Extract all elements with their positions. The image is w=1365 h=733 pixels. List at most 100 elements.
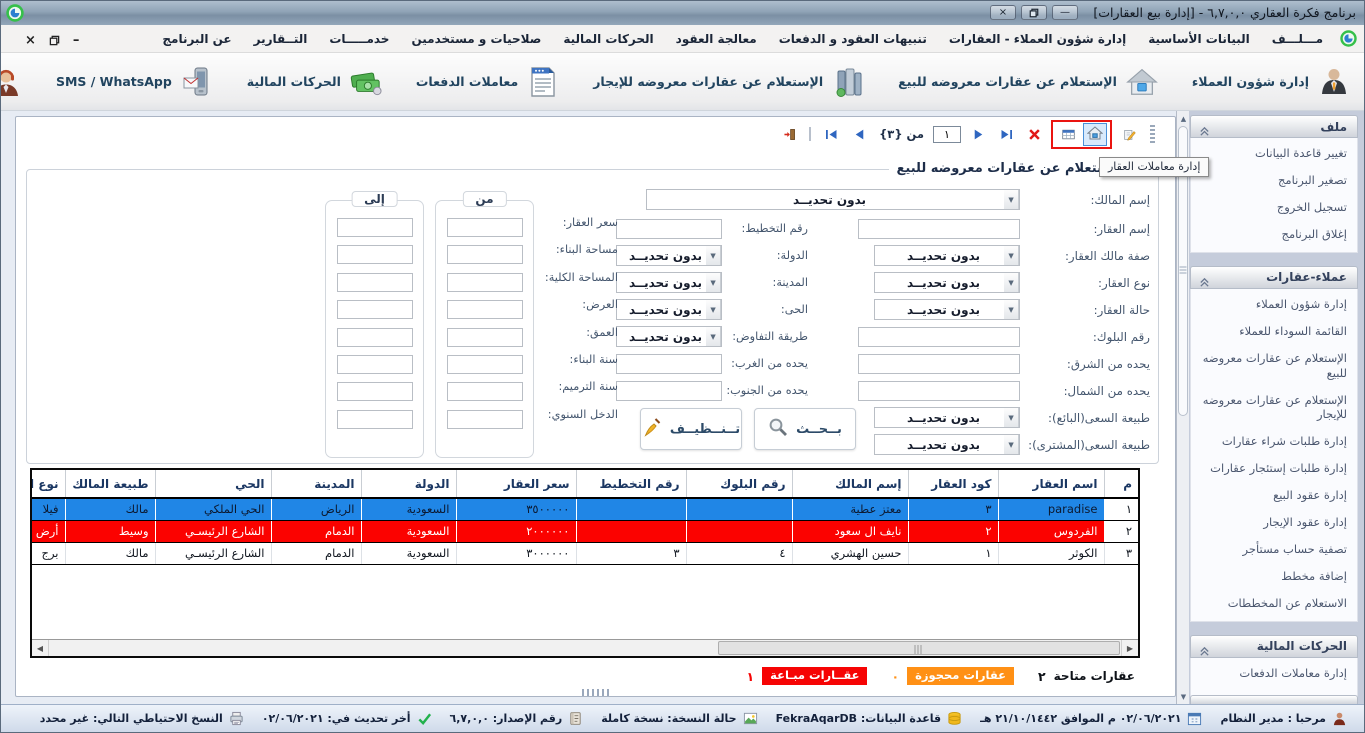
table-row[interactable]: ٢الفردوس٢نايف ال سعود٢٠٠٠٠٠٠السعوديةالدم…: [30, 520, 1138, 542]
first-record-button[interactable]: [820, 124, 842, 144]
sidebar-item-0-3[interactable]: إغلاق البرنامج: [1191, 221, 1357, 248]
chevron-down-icon[interactable]: ▼: [706, 327, 721, 346]
table-row[interactable]: ١paradise٣معتز عطية٣٥٠٠٠٠٠السعوديةالرياض…: [30, 498, 1138, 520]
minimize-window-button[interactable]: —: [1052, 5, 1078, 20]
grid-column-header[interactable]: رقم البلوك: [686, 470, 792, 498]
chevron-down-icon[interactable]: ▼: [1004, 300, 1019, 319]
grid-column-header[interactable]: اسم العقار: [998, 470, 1104, 498]
grid-column-header[interactable]: رقم التخطيط: [576, 470, 686, 498]
chevron-down-icon[interactable]: ▼: [1004, 273, 1019, 292]
menu-item-9[interactable]: عن البرنامج: [151, 27, 242, 51]
mdi-minimize-icon[interactable]: –: [73, 34, 80, 47]
sidebar-item-2-0[interactable]: إدارة معاملات الدفعات: [1191, 660, 1357, 687]
grid-column-header[interactable]: سعر العقار: [456, 470, 576, 498]
range-input[interactable]: [337, 245, 413, 264]
range-input[interactable]: [337, 328, 413, 347]
scroll-up-arrow-icon[interactable]: ▲: [1177, 112, 1190, 125]
delete-record-icon[interactable]: [1023, 124, 1045, 144]
toolbar-item-1[interactable]: الإستعلام عن عقارات معروضه للبيع: [898, 66, 1158, 98]
range-input[interactable]: [337, 355, 413, 374]
sidebar-section-header[interactable]: الحركات المالية: [1190, 635, 1358, 658]
scrollbar-thumb[interactable]: [718, 641, 1120, 655]
text-field[interactable]: [616, 381, 722, 401]
exit-door-icon[interactable]: [778, 124, 800, 144]
menu-item-0[interactable]: مـــلـــف: [1261, 27, 1334, 51]
dropdown-field[interactable]: ▼بدون تحديــد: [874, 299, 1020, 320]
sidebar-item-1-1[interactable]: القائمة السوداء للعملاء: [1191, 318, 1357, 345]
toolbar-item-6[interactable]: الدعم الفني: [0, 66, 22, 98]
sidebar-item-1-4[interactable]: إدارة طلبات شراء عقارات: [1191, 428, 1357, 455]
text-field[interactable]: [616, 219, 722, 239]
toolbar-item-2[interactable]: الإستعلام عن عقارات معروضه للإيجار: [593, 66, 864, 98]
sidebar-scrollbar[interactable]: ▲ ▼: [1176, 111, 1189, 704]
dropdown-field[interactable]: ▼بدون تحديــد: [616, 326, 722, 347]
range-input[interactable]: [447, 328, 523, 347]
mdi-close-icon[interactable]: ×: [25, 34, 36, 47]
sidebar-item-0-0[interactable]: تغيير قاعدة البيانات: [1191, 140, 1357, 167]
edit-record-icon[interactable]: [1118, 124, 1140, 144]
sidebar-item-1-10[interactable]: الاستعلام عن المخططات: [1191, 590, 1357, 617]
menu-item-2[interactable]: إدارة شؤون العملاء - العقارات: [938, 27, 1137, 51]
toolbar-item-5[interactable]: SMS / WhatsApp: [56, 66, 213, 98]
chevron-down-icon[interactable]: ▼: [1004, 408, 1019, 427]
range-input[interactable]: [447, 273, 523, 292]
restore-window-button[interactable]: [1021, 5, 1047, 20]
grid-column-header[interactable]: الحي: [155, 470, 271, 498]
text-field[interactable]: [616, 354, 722, 374]
dropdown-field[interactable]: ▼بدون تحديــد: [874, 245, 1020, 266]
text-field[interactable]: [858, 327, 1020, 347]
menu-item-4[interactable]: معالجة العقود: [665, 27, 768, 51]
grid-column-header[interactable]: إسم المالك: [792, 470, 908, 498]
transactions-grid-icon[interactable]: [1056, 124, 1080, 144]
chevron-down-icon[interactable]: ▼: [706, 246, 721, 265]
range-input[interactable]: [447, 300, 523, 319]
range-input[interactable]: [337, 273, 413, 292]
dropdown-field[interactable]: ▼بدون تحديــد: [874, 272, 1020, 293]
text-field[interactable]: [858, 381, 1020, 401]
clear-button[interactable]: تــنــظيــف: [640, 408, 742, 450]
menu-item-3[interactable]: تنبيهات العقود و الدفعات: [768, 27, 938, 51]
close-window-button[interactable]: ×: [990, 5, 1016, 20]
table-row[interactable]: ٣الكوثر١حسين الهشري٤٣٣٠٠٠٠٠٠السعوديةالدم…: [30, 542, 1138, 564]
sidebar-section-header[interactable]: عملاء-عقارات: [1190, 266, 1358, 289]
scroll-down-arrow-icon[interactable]: ▼: [1177, 690, 1190, 703]
home-icon[interactable]: [1087, 125, 1103, 144]
toolbar-item-3[interactable]: معاملات الدفعات: [416, 66, 559, 98]
range-input[interactable]: [337, 382, 413, 401]
chevron-down-icon[interactable]: ▼: [1004, 246, 1019, 265]
record-position-input[interactable]: [933, 126, 961, 143]
text-field[interactable]: [858, 354, 1020, 374]
text-field[interactable]: [858, 219, 1020, 239]
sidebar-item-1-8[interactable]: تصفية حساب مستأ­جر: [1191, 536, 1357, 563]
grid-column-header[interactable]: طبيعة المالك: [65, 470, 155, 498]
owner-name-dropdown[interactable]: ▼بدون تحديــد: [646, 189, 1020, 210]
grid-column-header[interactable]: م: [1104, 470, 1138, 498]
grid-column-header[interactable]: الدولة: [361, 470, 456, 498]
sidebar-item-1-7[interactable]: إدارة عقود الإيجار: [1191, 509, 1357, 536]
range-input[interactable]: [447, 245, 523, 264]
scroll-left-arrow-icon[interactable]: ◀: [32, 640, 49, 656]
range-input[interactable]: [447, 410, 523, 429]
sidebar-item-1-3[interactable]: الإستعلام عن عقارات معروضه للإيجار: [1191, 387, 1357, 429]
search-button[interactable]: بــحــث: [754, 408, 856, 450]
sidebar-item-0-2[interactable]: تسجيل الخروج: [1191, 194, 1357, 221]
range-input[interactable]: [447, 355, 523, 374]
dropdown-field[interactable]: ▼بدون تحديــد: [616, 245, 722, 266]
range-input[interactable]: [337, 218, 413, 237]
menu-item-1[interactable]: البيانات الأساسية: [1137, 27, 1261, 51]
range-input[interactable]: [337, 410, 413, 429]
toolbar-customize-grip[interactable]: [1150, 125, 1155, 143]
sidebar-item-1-6[interactable]: إدارة عقود البيع: [1191, 482, 1357, 509]
menu-item-5[interactable]: الحركات المالية: [552, 27, 664, 51]
dropdown-field[interactable]: ▼بدون تحديــد: [874, 434, 1020, 455]
sidebar-item-1-2[interactable]: الإستعلام عن عقارات معروضه للبيع: [1191, 345, 1357, 387]
dropdown-field[interactable]: ▼بدون تحديــد: [616, 272, 722, 293]
collapsed-section-header[interactable]: [1190, 695, 1358, 704]
grid-horizontal-scrollbar[interactable]: ◀ ▶: [32, 639, 1138, 656]
last-record-button[interactable]: [995, 124, 1017, 144]
menu-item-8[interactable]: التــقارير: [243, 27, 319, 51]
next-record-button[interactable]: [967, 124, 989, 144]
chevron-down-icon[interactable]: ▼: [706, 273, 721, 292]
toolbar-item-0[interactable]: إدارة شؤون العملاء: [1192, 66, 1350, 98]
sidebar-item-1-0[interactable]: إدارة شؤون العملاء: [1191, 291, 1357, 318]
